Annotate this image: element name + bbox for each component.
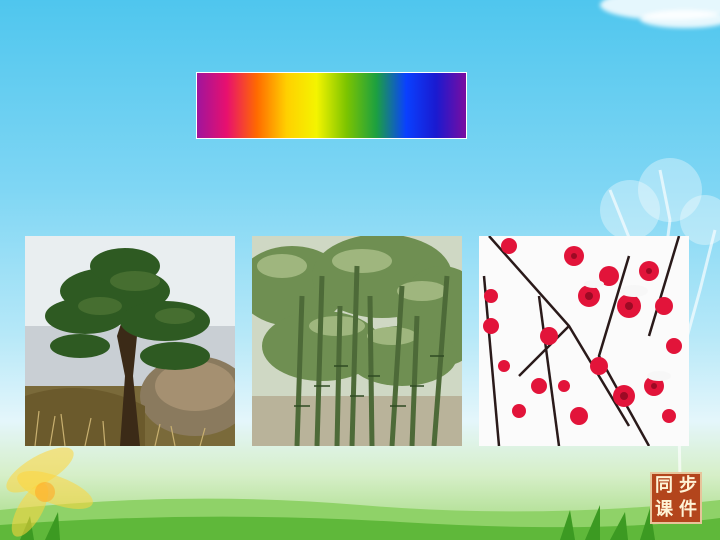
photo-pine-tree [25, 236, 235, 446]
photo-bamboo [252, 236, 462, 446]
logo-char: 同 [655, 475, 673, 496]
color-spectrum-bar [196, 72, 467, 139]
cloud [640, 10, 720, 28]
photo-plum-blossom [479, 236, 689, 446]
logo-char: 课 [655, 499, 673, 520]
slide-canvas: 同 步 课 件 [0, 0, 720, 540]
logo-char: 步 [679, 475, 697, 496]
courseware-logo: 同 步 课 件 [650, 472, 702, 524]
logo-char: 件 [679, 499, 697, 520]
